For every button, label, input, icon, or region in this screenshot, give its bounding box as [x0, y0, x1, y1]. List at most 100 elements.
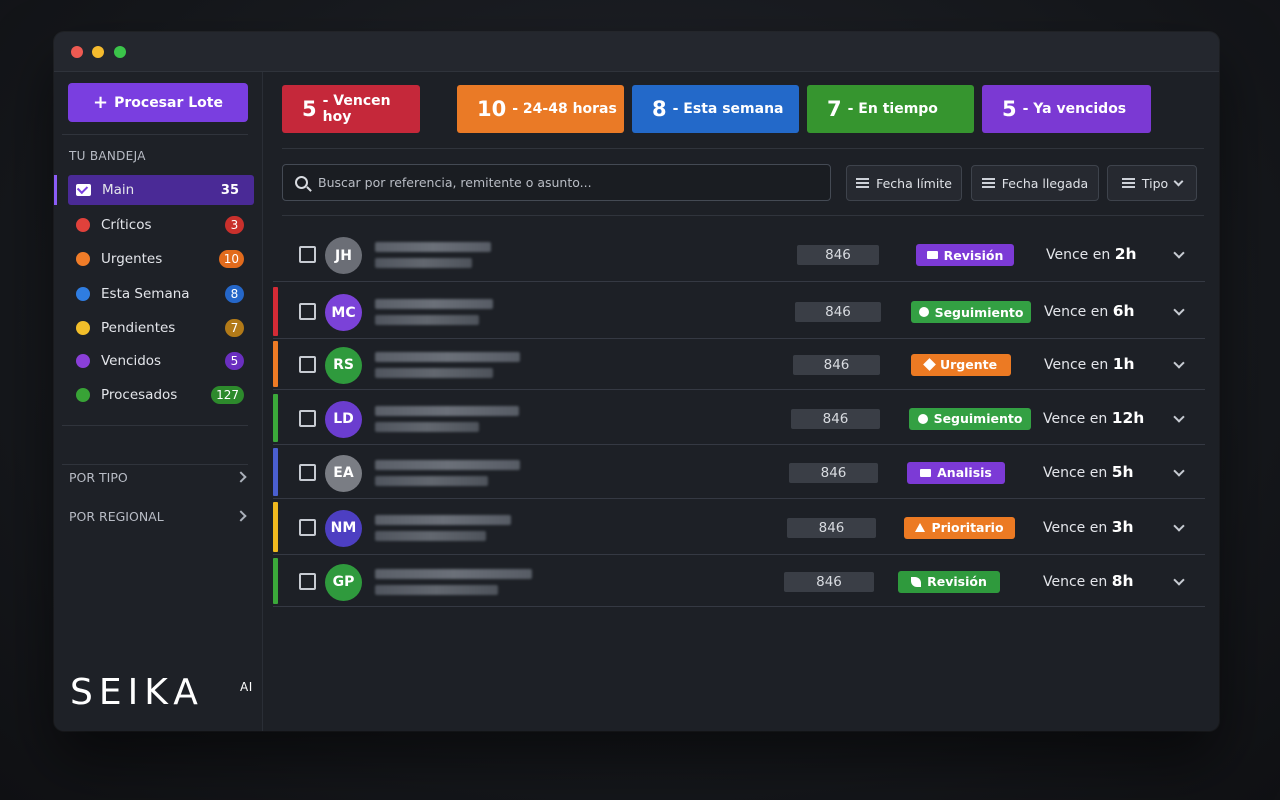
- by-region-section[interactable]: POR REGIONAL: [69, 506, 249, 526]
- stat-number: 5: [302, 97, 317, 121]
- circle-icon: [918, 307, 929, 317]
- by-type-section[interactable]: POR TIPO: [69, 467, 249, 487]
- sidebar-item-pendientes[interactable]: Pendientes 7: [68, 313, 254, 343]
- sidebar-item-vencidos[interactable]: Vencidos 5: [68, 346, 254, 376]
- due-value: 6h: [1112, 302, 1135, 320]
- stat-esta-semana[interactable]: 8 - Esta semana: [632, 85, 799, 133]
- sidebar-item-label: Pendientes: [101, 320, 176, 336]
- row-checkbox[interactable]: [299, 463, 316, 481]
- stat-text: - Ya vencidos: [1022, 101, 1127, 117]
- close-window-button[interactable]: [71, 46, 83, 58]
- priority-accent-bar: [273, 558, 278, 604]
- table-row[interactable]: RS 846 Urgente Vence en 1h: [273, 339, 1205, 390]
- pending-dot-icon: [76, 321, 90, 335]
- redacted-subject: [375, 530, 486, 541]
- stat-vencen-hoy[interactable]: 5 - Vencen hoy: [282, 85, 420, 133]
- search-box[interactable]: [282, 164, 831, 201]
- main-divider: [282, 148, 1204, 149]
- sidebar-divider: [62, 134, 248, 135]
- row-checkbox[interactable]: [299, 246, 316, 263]
- table-row[interactable]: LD 846 Seguimiento Vence en 12h: [273, 392, 1205, 445]
- filter-lines-icon: [1121, 178, 1135, 188]
- avatar: LD: [325, 400, 362, 438]
- mail-icon: [926, 251, 938, 259]
- process-batch-label: Procesar Lote: [114, 94, 223, 111]
- due-prefix: Vence en: [1043, 519, 1108, 536]
- title-bar: [54, 32, 1219, 72]
- type-filter-label: Tipo: [1141, 175, 1169, 191]
- status-badge-label: Revisión: [943, 247, 1004, 263]
- row-checkbox[interactable]: [299, 355, 316, 373]
- sort-lines-icon: [856, 178, 870, 188]
- circle-icon: [917, 413, 928, 424]
- minimize-window-button[interactable]: [92, 46, 104, 58]
- maximize-window-button[interactable]: [114, 46, 126, 58]
- sidebar-item-criticos[interactable]: Críticos 3: [68, 210, 254, 240]
- sort-arrival-button[interactable]: Fecha llegada: [971, 165, 1099, 201]
- chevron-down-icon[interactable]: [1173, 356, 1185, 369]
- avatar: RS: [325, 346, 362, 384]
- sidebar-item-main[interactable]: Main 35: [54, 175, 254, 205]
- reference-number: 846: [791, 408, 880, 429]
- table-row[interactable]: NM 846 Prioritario Vence en 3h: [273, 500, 1205, 555]
- stat-number: 8: [652, 97, 667, 121]
- redacted-subject: [375, 584, 498, 595]
- row-checkbox[interactable]: [299, 572, 316, 590]
- table-row[interactable]: JH 846 Revisión Vence en 2h: [273, 228, 1205, 282]
- stat-ya-vencidos[interactable]: 5 - Ya vencidos: [982, 85, 1151, 133]
- redacted-sender: [375, 242, 491, 252]
- stat-en-tiempo[interactable]: 7 - En tiempo: [807, 85, 974, 133]
- sidebar-item-procesados[interactable]: Procesados 127: [68, 380, 254, 410]
- reference-number: 846: [784, 571, 874, 592]
- due-value: 12h: [1111, 408, 1145, 427]
- logo-ai: AI: [240, 680, 253, 694]
- redacted-sender: [375, 405, 519, 416]
- row-checkbox[interactable]: [299, 518, 316, 536]
- avatar: NM: [325, 509, 362, 547]
- sidebar-item-label: Urgentes: [101, 251, 163, 267]
- redacted-subject: [375, 421, 479, 432]
- search-input[interactable]: [318, 175, 808, 190]
- redacted-sender: [375, 351, 520, 362]
- redacted-sender: [375, 514, 511, 525]
- inbox-section-label: TU BANDEJA: [69, 149, 146, 163]
- stat-number: 7: [827, 97, 842, 121]
- due-time: Vence en 6h: [1044, 302, 1135, 320]
- priority-accent-bar: [273, 394, 278, 442]
- sort-deadline-button[interactable]: Fecha límite: [846, 165, 962, 201]
- table-row[interactable]: GP 846 Revisión Vence en 8h: [273, 556, 1205, 607]
- stat-24-48-horas[interactable]: 10 - 24-48 horas: [457, 85, 624, 133]
- app-window: + Procesar Lote TU BANDEJA Main 35 Críti…: [54, 32, 1219, 731]
- redacted-sender: [375, 568, 532, 579]
- sidebar-item-urgentes[interactable]: Urgentes 10: [68, 244, 254, 274]
- status-badge-label: Prioritario: [931, 520, 1004, 535]
- due-prefix: Vence en: [1043, 410, 1108, 427]
- by-region-label: POR REGIONAL: [69, 508, 164, 524]
- table-row[interactable]: EA 846 Analisis Vence en 5h: [273, 446, 1205, 499]
- chevron-down-icon[interactable]: [1173, 519, 1185, 532]
- due-time: Vence en 1h: [1044, 355, 1135, 373]
- stat-text: - En tiempo: [847, 101, 938, 117]
- priority-accent-bar: [273, 341, 278, 387]
- process-batch-button[interactable]: + Procesar Lote: [68, 83, 248, 122]
- chevron-down-icon[interactable]: [1173, 573, 1185, 586]
- row-checkbox[interactable]: [299, 303, 316, 320]
- status-badge: Seguimiento: [909, 407, 1031, 430]
- status-badge-label: Seguimiento: [933, 411, 1023, 426]
- overdue-dot-icon: [76, 354, 90, 368]
- table-row[interactable]: MC 846 Seguimiento Vence en 6h: [273, 285, 1205, 339]
- sidebar-item-esta-semana[interactable]: Esta Semana 8: [68, 279, 254, 309]
- due-value: 5h: [1111, 462, 1134, 481]
- sort-arrival-label: Fecha llegada: [1001, 175, 1089, 191]
- chevron-down-icon[interactable]: [1173, 247, 1185, 259]
- chevron-down-icon[interactable]: [1173, 464, 1185, 477]
- chevron-down-icon[interactable]: [1173, 410, 1185, 423]
- status-badge-label: Revisión: [927, 574, 987, 589]
- row-checkbox[interactable]: [299, 409, 316, 427]
- avatar: GP: [325, 563, 362, 601]
- stat-text: - 24-48 horas: [512, 101, 617, 117]
- reference-number: 846: [787, 517, 876, 538]
- inbox-icon: [76, 184, 91, 196]
- type-filter-dropdown[interactable]: Tipo: [1107, 165, 1197, 201]
- chevron-down-icon[interactable]: [1173, 304, 1185, 316]
